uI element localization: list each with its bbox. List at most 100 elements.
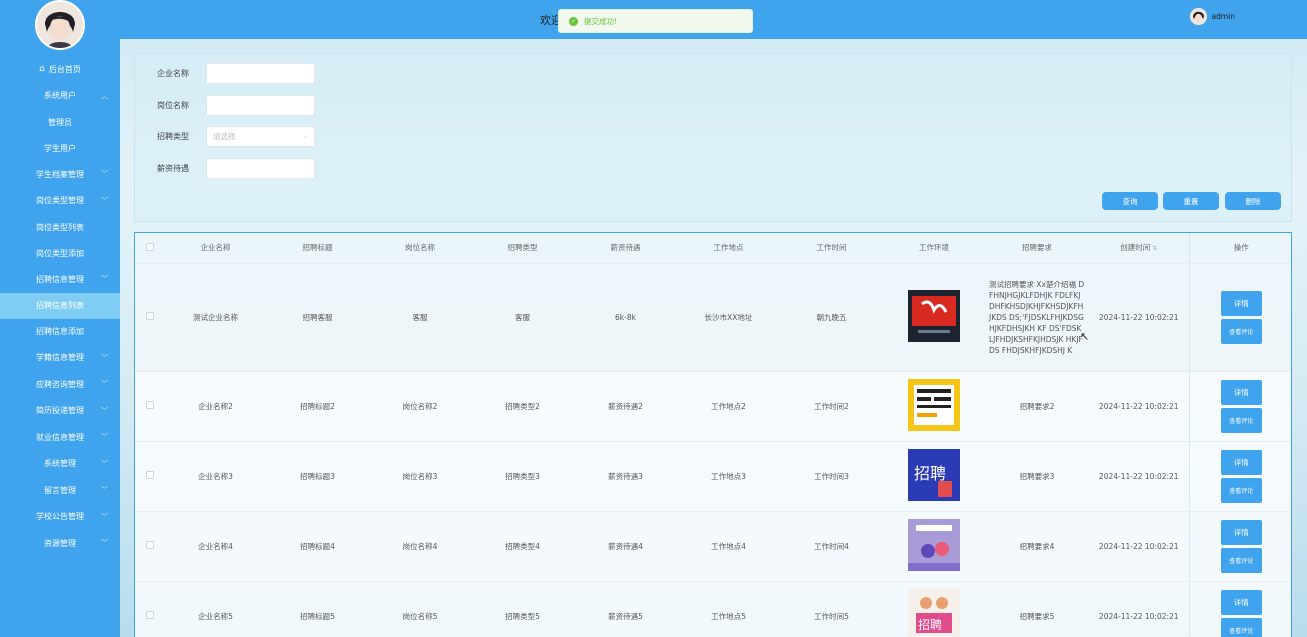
select-all-cell [135, 233, 165, 264]
sidebar-item-label: 岗位类型列表 [36, 222, 84, 232]
svg-text:招聘: 招聘 [918, 618, 942, 632]
sidebar-item-5[interactable]: 岗位类型管理 ﹀ [0, 188, 120, 215]
sidebar-item-label: 就业信息管理 [36, 432, 84, 442]
row-checkbox[interactable] [146, 611, 154, 619]
position-label: 岗位名称 [157, 101, 189, 110]
view-comments-button[interactable]: 查看评论 [1220, 407, 1262, 433]
sidebar-item-18[interactable]: 资源管理 ﹀ [0, 530, 120, 557]
mouse-cursor-icon: ↖ [1080, 330, 1090, 343]
cell-title: 招聘标题5 [266, 581, 369, 637]
type-label: 招聘类型 [157, 132, 189, 141]
user-avatar-icon [1189, 8, 1207, 25]
detail-button[interactable]: 详情 [1220, 379, 1262, 405]
cell-environment [883, 511, 985, 582]
sidebar-item-1[interactable]: 系统用户 ︿ [0, 83, 120, 110]
cell-time: 工作时间5 [780, 581, 883, 637]
cell-position: 岗位名称4 [369, 511, 471, 582]
sidebar-item-6[interactable]: 岗位类型列表 [0, 214, 120, 240]
sidebar-menu: ⌂ 后台首页 系统用户 ︿ 管理员 学生用户 学生档案管理 ﹀ 岗位类型管理 ﹀ 岗位类型列表 岗位类… [0, 56, 120, 557]
top-header: 欢迎 ✓ 提交成功! admin [120, 0, 1307, 39]
reset-button[interactable]: 重置 [1163, 192, 1219, 210]
cell-created: 2024-11-22 10:02:21 [1089, 441, 1189, 512]
cell-salary: 6k-8k [574, 263, 677, 372]
environment-image[interactable] [908, 379, 960, 433]
sidebar-item-0[interactable]: ⌂ 后台首页 [0, 56, 120, 83]
sidebar-item-14[interactable]: 就业信息管理 ﹀ [0, 424, 120, 451]
chevron-down-icon: ﹀ [101, 539, 108, 548]
chevron-down-icon: ﹀ [101, 196, 108, 205]
cell-company: 企业名称4 [165, 511, 266, 582]
cell-company: 测试企业名称 [165, 263, 266, 372]
detail-button[interactable]: 详情 [1220, 290, 1262, 316]
sidebar-item-4[interactable]: 学生档案管理 ﹀ [0, 161, 120, 188]
chevron-down-icon: ﹀ [101, 170, 108, 179]
sidebar-item-8[interactable]: 招聘信息管理 ﹀ [0, 266, 120, 293]
sidebar-item-3[interactable]: 学生用户 [0, 135, 120, 161]
environment-image[interactable]: 招聘 [908, 449, 960, 503]
header-created[interactable]: 创建时间 ⇅ [1089, 233, 1189, 264]
salary-input[interactable] [206, 158, 315, 179]
delete-button[interactable]: 删除 [1225, 192, 1281, 210]
sidebar-item-10[interactable]: 招聘信息添加 [0, 319, 120, 345]
row-checkbox[interactable] [146, 312, 154, 320]
chevron-down-icon: ﹀ [101, 459, 108, 468]
avatar[interactable] [35, 0, 85, 50]
position-input[interactable] [206, 95, 315, 116]
sidebar-item-label: 留言管理 [44, 485, 76, 495]
chevron-down-icon: ﹀ [101, 406, 108, 415]
view-comments-button[interactable]: 查看评论 [1220, 318, 1262, 344]
sidebar-item-9[interactable]: 招聘信息列表 [0, 292, 120, 319]
table-row: 企业名称5 招聘标题5 岗位名称5 招聘类型5 薪资待遇5 工作地点5 工作时间5 招聘 招聘要… [135, 581, 1291, 637]
sort-icon: ⇅ [1152, 245, 1158, 253]
company-input[interactable] [206, 63, 315, 84]
row-checkbox[interactable] [146, 541, 154, 549]
row-checkbox[interactable] [146, 401, 154, 409]
header-time: 工作时间 [780, 233, 883, 264]
chevron-down-icon: ﹀ [101, 275, 108, 284]
sidebar-item-label: 学生档案管理 [36, 169, 84, 179]
cell-location: 长沙市XX地址 [677, 263, 780, 372]
environment-image[interactable] [908, 290, 960, 344]
cell-position: 客服 [369, 263, 471, 372]
query-button[interactable]: 查询 [1102, 192, 1158, 210]
cell-time: 工作时间3 [780, 441, 883, 512]
row-checkbox[interactable] [146, 471, 154, 479]
sidebar-item-11[interactable]: 学籍信息管理 ﹀ [0, 345, 120, 372]
table-row: 企业名称4 招聘标题4 岗位名称4 招聘类型4 薪资待遇4 工作地点4 工作时间4 招聘要求4… [135, 511, 1291, 582]
header-type: 招聘类型 [471, 233, 574, 264]
home-icon: ⌂ [39, 64, 45, 75]
detail-button[interactable]: 详情 [1220, 449, 1262, 475]
detail-button[interactable]: 详情 [1220, 519, 1262, 545]
chevron-down-icon: ﹀ [101, 486, 108, 495]
view-comments-button[interactable]: 查看评论 [1220, 617, 1262, 637]
cell-position: 岗位名称5 [369, 581, 471, 637]
table-row: 企业名称2 招聘标题2 岗位名称2 招聘类型2 薪资待遇2 工作地点2 工作时间2 招聘要求2… [135, 371, 1291, 442]
job-table: 企业名称 招聘标题 岗位名称 招聘类型 薪资待遇 工作地点 工作时间 工作环境 … [134, 232, 1292, 637]
sidebar-item-16[interactable]: 留言管理 ﹀ [0, 477, 120, 504]
cell-salary: 薪资待遇5 [574, 581, 677, 637]
cell-position: 岗位名称3 [369, 441, 471, 512]
sidebar-item-17[interactable]: 学校公告管理 ﹀ [0, 504, 120, 531]
table-row: 测试企业名称 招聘客服 客服 客服 6k-8k 长沙市XX地址 朝九晚五 测试招聘要求 Xx楚… [135, 263, 1291, 372]
cell-actions: 详情 查看评论 [1188, 263, 1291, 372]
chevron-down-icon: ﹀ [101, 353, 108, 362]
header-salary: 薪资待遇 [574, 233, 677, 264]
row-select-cell [135, 371, 165, 442]
view-comments-button[interactable]: 查看评论 [1220, 477, 1262, 503]
cell-time: 工作时间4 [780, 511, 883, 582]
user-menu[interactable]: admin [1189, 8, 1235, 25]
sidebar-item-12[interactable]: 应聘咨询管理 ﹀ [0, 371, 120, 398]
cell-type: 招聘类型4 [471, 511, 574, 582]
sidebar-item-2[interactable]: 管理员 [0, 109, 120, 135]
sidebar-item-15[interactable]: 系统管理 ﹀ [0, 451, 120, 478]
type-select[interactable]: 请选择 ⌄ [206, 126, 315, 147]
environment-image[interactable] [908, 519, 960, 573]
sidebar-item-label: 应聘咨询管理 [36, 379, 84, 389]
select-all-checkbox[interactable] [146, 242, 154, 251]
cell-location: 工作地点3 [677, 441, 780, 512]
sidebar-item-label: 招聘信息添加 [36, 327, 84, 336]
detail-button[interactable]: 详情 [1220, 589, 1262, 615]
sidebar-item-13[interactable]: 简历投递管理 ﹀ [0, 398, 120, 425]
sidebar-item-7[interactable]: 岗位类型添加 [0, 240, 120, 266]
view-comments-button[interactable]: 查看评论 [1220, 547, 1262, 573]
